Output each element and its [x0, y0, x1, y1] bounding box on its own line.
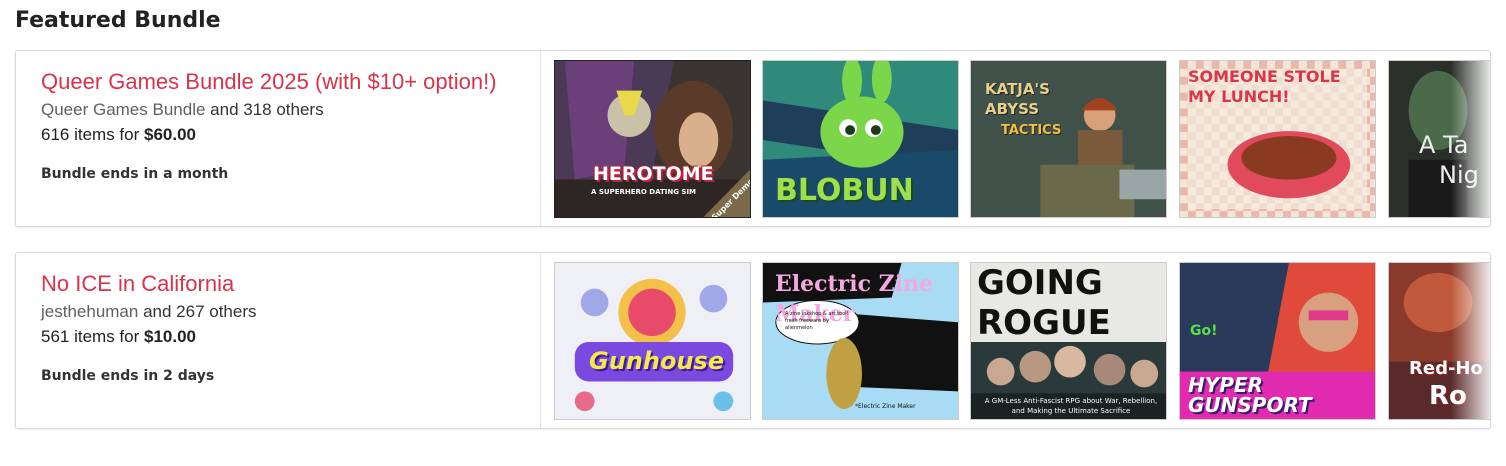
bundle-by-line: Queer Games Bundle and 318 others: [41, 98, 515, 122]
bundle-thumbnails: HEROTOME A SUPERHERO DATING SIM Super De…: [554, 60, 1490, 218]
game-thumbnail[interactable]: Gunhouse: [554, 262, 751, 420]
thumbnail-caption: *Electric Zine Maker: [855, 403, 916, 410]
thumbnail-title: A Ta: [1419, 131, 1469, 159]
thumbnail-title: BLOBUN: [775, 173, 914, 208]
bundle-info: Queer Games Bundle 2025 (with $10+ optio…: [16, 51, 541, 226]
bundle-author-link[interactable]: jesthehuman: [41, 302, 138, 321]
thumbnail-subtitle: A GM-Less Anti-Fascist RPG about War, Re…: [984, 397, 1158, 415]
thumbnail-title: Red-Ho: [1409, 358, 1483, 379]
game-thumbnail[interactable]: Electric Zine Maker A zine inkshop & art…: [762, 262, 959, 420]
bundle-items-count: 561 items for: [41, 327, 140, 346]
bundle-thumbnails: Gunhouse Electric Zine Maker A zine inks…: [554, 262, 1490, 420]
thumbnail-subtitle: Go!: [1190, 323, 1218, 339]
bundle-others: and 318 others: [210, 100, 324, 119]
bundle-by-line: jesthehuman and 267 others: [41, 300, 515, 324]
thumbnail-title: SOMEONE STOLE MY LUNCH!: [1188, 67, 1341, 106]
game-thumbnail[interactable]: A Ta Nig: [1388, 60, 1490, 218]
thumbnail-subtitle: Nig: [1439, 161, 1479, 189]
bundle-info: No ICE in California jesthehuman and 267…: [16, 253, 541, 428]
thumbnail-title: KATJA'S ABYSS: [985, 80, 1050, 118]
bundle-title-link[interactable]: No ICE in California: [41, 269, 234, 299]
bundle-author-link[interactable]: Queer Games Bundle: [41, 100, 205, 119]
bundle-items-count: 616 items for: [41, 125, 140, 144]
game-thumbnail[interactable]: Red-Ho Ro: [1388, 262, 1490, 420]
bundle-items-price: 561 items for $10.00: [41, 324, 515, 350]
thumbnail-subtitle: Ro: [1429, 381, 1467, 411]
game-thumbnail[interactable]: Go! HYPER GUNSPORT: [1179, 262, 1376, 420]
game-thumbnail[interactable]: KATJA'S ABYSS TACTICS: [970, 60, 1167, 218]
bundle-price: $10.00: [144, 327, 196, 346]
thumbnail-title: HEROTOME: [593, 163, 714, 185]
game-thumbnail[interactable]: BLOBUN: [762, 60, 959, 218]
bundle-ends: Bundle ends in 2 days: [41, 368, 215, 384]
game-thumbnail[interactable]: GOING ROGUE A GM-Less Anti-Fascist RPG a…: [970, 262, 1167, 420]
bundle-card: Queer Games Bundle 2025 (with $10+ optio…: [15, 50, 1491, 227]
bundle-card: No ICE in California jesthehuman and 267…: [15, 252, 1491, 429]
thumbnail-subtitle: A zine inkshop & art tool! fresh freewar…: [785, 311, 849, 331]
thumbnail-subtitle: TACTICS: [1001, 123, 1062, 138]
bundle-items-price: 616 items for $60.00: [41, 122, 515, 148]
game-thumbnail[interactable]: HEROTOME A SUPERHERO DATING SIM Super De…: [554, 60, 751, 218]
thumbnail-title: GOING ROGUE: [977, 263, 1111, 343]
bundle-title-link[interactable]: Queer Games Bundle 2025 (with $10+ optio…: [41, 67, 497, 97]
bundle-ends: Bundle ends in a month: [41, 166, 229, 182]
bundle-others: and 267 others: [143, 302, 257, 321]
bundle-price: $60.00: [144, 125, 196, 144]
thumbnail-subtitle: A SUPERHERO DATING SIM: [591, 188, 697, 196]
game-thumbnail[interactable]: SOMEONE STOLE MY LUNCH!: [1179, 60, 1376, 218]
section-title: Featured Bundle: [15, 8, 221, 33]
thumbnail-title: HYPER GUNSPORT: [1188, 373, 1312, 417]
thumbnail-title: Gunhouse: [589, 347, 725, 375]
